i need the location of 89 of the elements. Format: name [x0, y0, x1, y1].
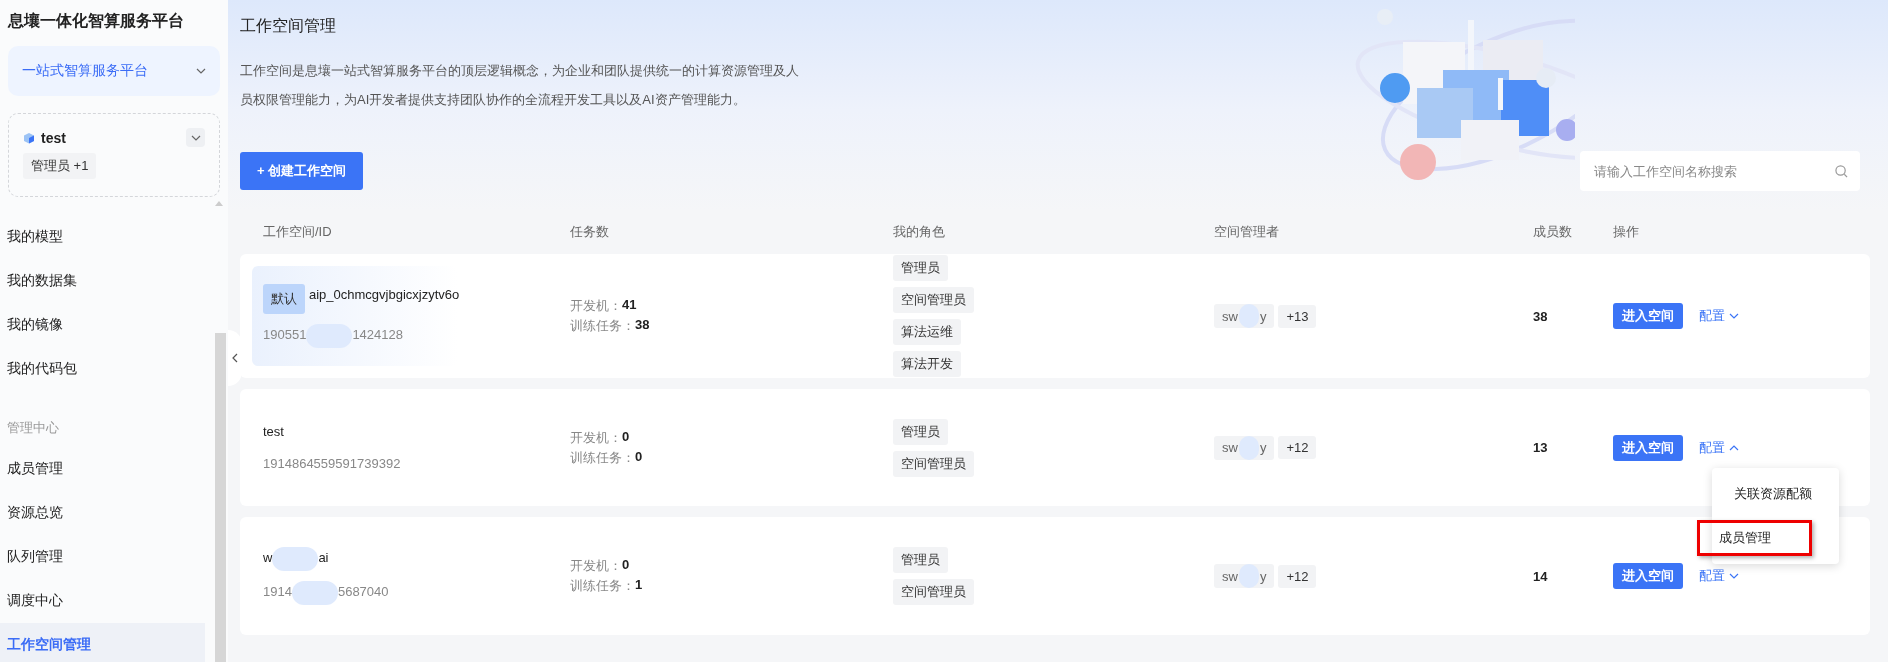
role-tag: 算法运维 [893, 319, 961, 345]
sidebar-item[interactable]: 队列管理 [0, 535, 205, 579]
platform-select[interactable]: 一站式智算服务平台 [8, 46, 220, 96]
more-managers-tag: +13 [1278, 304, 1317, 328]
task-label: 训练任务： [570, 577, 635, 595]
enter-space-button[interactable]: 进入空间 [1613, 434, 1683, 461]
role-tag: 管理员 +1 [23, 153, 97, 179]
create-workspace-button[interactable]: + 创建工作空间 [240, 152, 364, 190]
workspace-id: 1914 [263, 583, 292, 601]
redaction-blob [1238, 435, 1259, 460]
sidebar-item[interactable]: 我的镜像 [0, 303, 205, 347]
workspace-id: 190551 [263, 326, 307, 344]
scrollbar[interactable] [215, 333, 226, 662]
chevron-down-icon [196, 68, 206, 74]
chevron-down-icon [1729, 573, 1739, 579]
sidebar-item[interactable]: 成员管理 [0, 447, 205, 491]
task-count: 0 [635, 448, 643, 466]
member-count: 13 [1533, 440, 1549, 455]
app-title: 息壤一体化智算服务平台 [6, 11, 185, 31]
column-header: 工作空间/ID [263, 223, 333, 241]
manager-tag: sw y [1214, 435, 1275, 460]
chevron-left-icon [232, 353, 238, 363]
task-count: 41 [622, 297, 637, 314]
workspace-name: test [41, 129, 66, 146]
redaction-blob [291, 581, 338, 605]
column-header: 我的角色 [893, 223, 946, 241]
workspace-id: 1914864559591739392 [263, 454, 401, 473]
task-label: 开发机： [570, 428, 622, 447]
workspace-id: 5687040 [337, 583, 389, 601]
column-header: 操作 [1613, 223, 1640, 241]
task-label: 训练任务： [570, 448, 635, 467]
redaction-blob [1238, 564, 1259, 588]
page-title: 工作空间管理 [240, 16, 337, 36]
task-label: 开发机： [570, 297, 622, 315]
role-tag: 空间管理员 [893, 450, 974, 477]
config-dropdown[interactable]: 配置 [1699, 438, 1739, 457]
redaction-blob [272, 547, 319, 571]
menu-group-label: 管理中心 [6, 419, 60, 437]
sidebar-item[interactable]: 工作空间管理 [0, 623, 205, 662]
chevron-down-icon [1729, 313, 1739, 319]
workspace-dropdown[interactable] [186, 128, 205, 147]
role-tag: 管理员 [893, 547, 948, 573]
role-tag: 空间管理员 [893, 579, 974, 605]
role-tag: 空间管理员 [893, 287, 974, 313]
workspace-name: test [263, 422, 284, 441]
default-tag: 默认 [263, 284, 305, 314]
page-description: 工作空间是息壤一站式智算服务平台的顶层逻辑概念，为企业和团队提供统一的计算资源管理及人员权限管理能力，为AI开发者提供支持团队协作的全流程开发工具以及AI资产管理能力。 [240, 62, 800, 109]
config-dropdown[interactable]: 配置 [1699, 567, 1739, 585]
workspace-name: w [263, 549, 273, 567]
column-header: 空间管理者 [1214, 223, 1280, 241]
workspace-id: 1424128 [352, 326, 403, 344]
dropdown-menu-item[interactable]: 关联资源配额 [1712, 475, 1839, 512]
search-icon [1835, 164, 1848, 178]
chevron-up-icon [1729, 444, 1739, 451]
column-header: 成员数 [1533, 223, 1573, 241]
cube-icon [23, 131, 35, 144]
sidebar-item[interactable]: 我的模型 [0, 215, 205, 259]
search-input[interactable]: 请输入工作空间名称搜索 [1592, 162, 1835, 180]
chevron-down-icon [190, 134, 201, 141]
enter-space-button[interactable]: 进入空间 [1613, 563, 1683, 589]
collapse-handle[interactable] [228, 330, 242, 386]
manager-tag: sw y [1214, 304, 1275, 328]
role-tag: 管理员 [893, 255, 948, 281]
task-label: 开发机： [570, 557, 622, 575]
workspace-name: ai [318, 549, 329, 567]
role-tag: 管理员 [893, 418, 948, 445]
dropdown-menu-item[interactable]: 成员管理 [1697, 519, 1812, 556]
more-managers-tag: +12 [1278, 564, 1317, 588]
enter-space-button[interactable]: 进入空间 [1613, 303, 1683, 329]
task-count: 38 [635, 317, 650, 334]
config-dropdown[interactable]: 配置 [1699, 307, 1739, 325]
task-count: 0 [622, 557, 630, 574]
column-header: 任务数 [570, 223, 610, 241]
sidebar-item[interactable]: 资源总览 [0, 491, 205, 535]
sidebar-item[interactable]: 调度中心 [0, 579, 205, 623]
search-field[interactable]: 请输入工作空间名称搜索 [1580, 151, 1860, 191]
member-count: 14 [1533, 568, 1549, 584]
workspace-name: aip_0chmcgvjbgicxjzytv6o [309, 286, 460, 304]
manager-tag: sw y [1214, 564, 1275, 588]
sidebar-item[interactable]: 我的代码包 [0, 347, 205, 391]
task-count: 0 [622, 428, 630, 446]
scroll-up-icon [215, 201, 223, 206]
sidebar-item[interactable]: 我的数据集 [0, 259, 205, 303]
task-count: 1 [635, 577, 643, 594]
member-count: 38 [1533, 308, 1549, 324]
task-label: 训练任务： [570, 317, 635, 335]
more-managers-tag: +12 [1278, 436, 1317, 459]
role-tag: 算法开发 [893, 351, 961, 377]
redaction-blob [1238, 304, 1259, 328]
